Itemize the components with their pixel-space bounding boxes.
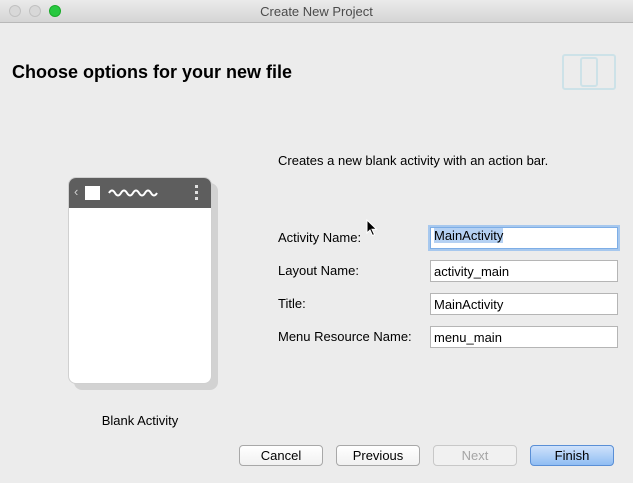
menu-resource-name-label: Menu Resource Name: xyxy=(278,329,412,344)
mouse-pointer-icon xyxy=(366,219,378,237)
device-icon xyxy=(562,54,616,90)
title-input[interactable] xyxy=(430,293,618,315)
page-title: Choose options for your new file xyxy=(12,62,293,82)
dialog-header: Choose options for your new file xyxy=(0,23,633,123)
title-squiggle-icon xyxy=(108,189,158,197)
activity-name-input[interactable]: MainActivity xyxy=(430,227,618,249)
title-bar[interactable]: Create New Project xyxy=(0,0,633,23)
layout-name-label: Layout Name: xyxy=(278,263,359,278)
activity-name-value: MainActivity xyxy=(434,228,504,243)
overflow-menu-icon xyxy=(195,185,199,203)
next-button[interactable]: Next xyxy=(433,445,517,466)
window-title: Create New Project xyxy=(260,4,373,19)
preview-action-bar: ‹ xyxy=(69,178,211,208)
layout-name-input[interactable] xyxy=(430,260,618,282)
template-preview[interactable]: ‹ xyxy=(68,177,212,384)
previous-button[interactable]: Previous xyxy=(336,445,420,466)
create-project-dialog: Create New Project Choose options for yo… xyxy=(0,0,633,483)
activity-name-label: Activity Name: xyxy=(278,230,362,245)
template-label: Blank Activity xyxy=(101,413,179,428)
finish-button[interactable]: Finish xyxy=(530,445,614,466)
cancel-button[interactable]: Cancel xyxy=(239,445,323,466)
app-icon xyxy=(85,186,100,200)
title-label: Title: xyxy=(278,296,306,311)
back-chevron-icon: ‹ xyxy=(74,184,79,199)
menu-resource-name-input[interactable] xyxy=(430,326,618,348)
template-description: Creates a new blank activity with an act… xyxy=(278,153,549,168)
